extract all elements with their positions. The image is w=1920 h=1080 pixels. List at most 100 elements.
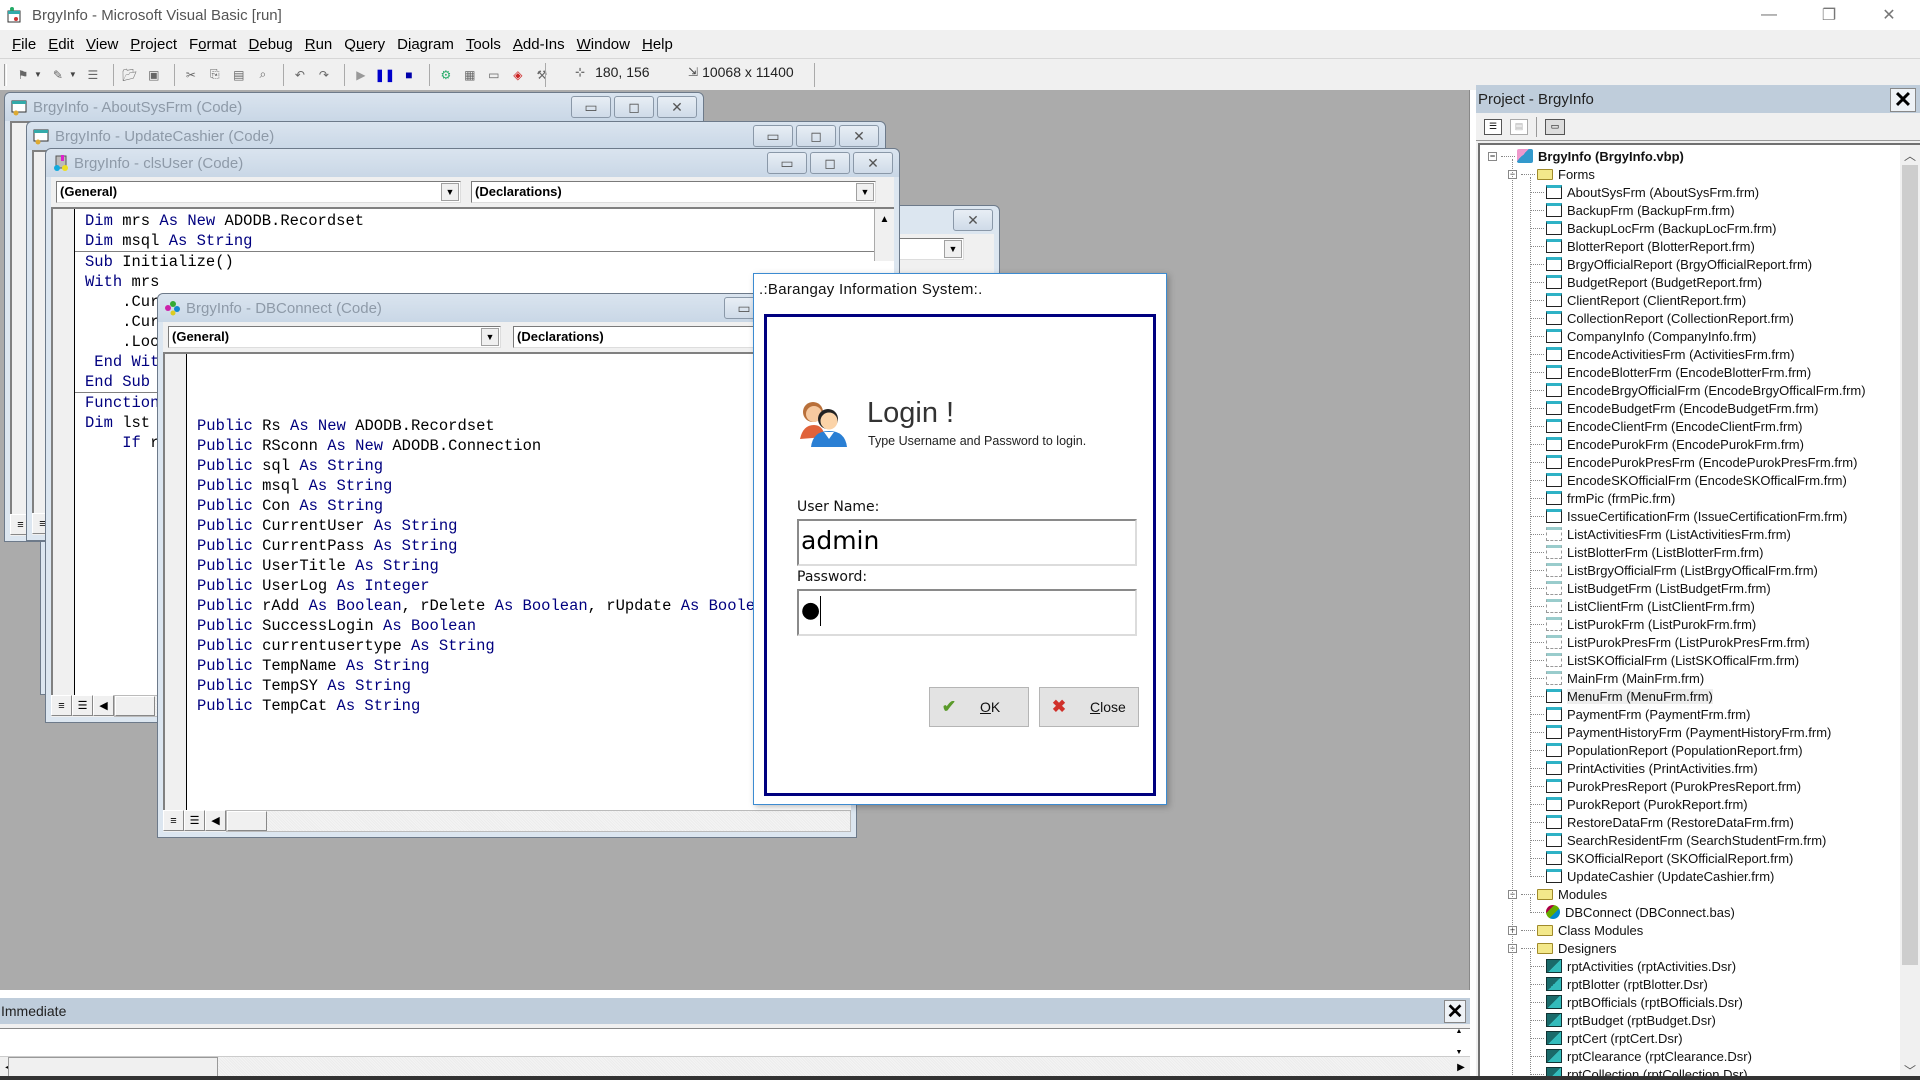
tree-item-mdichild[interactable]: ListBlotterFrm (ListBlotterFrm.frm) — [1530, 543, 1763, 561]
editor-margin[interactable] — [53, 209, 75, 695]
close-button[interactable]: ✕ — [839, 125, 879, 147]
tree-item-form[interactable]: PurokReport (PurokReport.frm) — [1530, 795, 1748, 813]
login-dialog[interactable]: .:Barangay Information System:. Login ! … — [753, 273, 1167, 805]
code-line[interactable]: Dim msql As String — [85, 231, 894, 251]
code-line[interactable]: Public SuccessLogin As Boolean — [197, 616, 774, 636]
immediate-input[interactable] — [0, 1028, 1470, 1056]
tree-item-form[interactable]: BlotterReport (BlotterReport.frm) — [1530, 237, 1755, 255]
maximize-button[interactable]: ◻ — [614, 96, 654, 118]
tree-item-designer[interactable]: rptBudget (rptBudget.Dsr) — [1530, 1011, 1716, 1029]
minimize-button[interactable]: ▭ — [753, 125, 793, 147]
tree-item-form[interactable]: EncodeActivitiesFrm (ActivitiesFrm.frm) — [1530, 345, 1795, 363]
dropdown-arrow-icon[interactable]: ▼ — [34, 70, 42, 79]
minimize-button[interactable]: — — [1746, 0, 1792, 30]
scroll-down-icon[interactable]: ▼ — [1456, 1049, 1463, 1056]
tree-item-form[interactable]: EncodeSKOfficialFrm (EncodeSKOfficalFrm.… — [1530, 471, 1847, 489]
menu-run[interactable]: Run — [299, 36, 339, 53]
vertical-scrollbar[interactable]: ▲ — [874, 209, 894, 261]
code-line[interactable]: Public msql As String — [197, 476, 774, 496]
tree-item-form[interactable]: BudgetReport (BudgetReport.frm) — [1530, 273, 1762, 291]
scrollbar-thumb[interactable] — [1902, 165, 1918, 965]
add-project-icon[interactable]: ⚑ — [13, 65, 33, 85]
tree-item-designer[interactable]: rptActivities (rptActivities.Dsr) — [1530, 957, 1736, 975]
menu-add-ins[interactable]: Add-Ins — [507, 36, 571, 53]
scrollbar-thumb[interactable] — [8, 1057, 218, 1077]
tree-folder-class-modules[interactable]: + Class Modules — [1508, 921, 1643, 939]
code-line[interactable]: Public rAdd As Boolean, rDelete As Boole… — [197, 596, 774, 616]
scroll-left-icon[interactable]: ◀ — [205, 810, 226, 831]
menu-help[interactable]: Help — [636, 36, 679, 53]
tree-item-form[interactable]: EncodeBudgetFrm (EncodeBudgetFrm.frm) — [1530, 399, 1818, 417]
tree-item-form[interactable]: PaymentHistoryFrm (PaymentHistoryFrm.frm… — [1530, 723, 1831, 741]
tree-item-form[interactable]: EncodePurokPresFrm (EncodePurokPresFrm.f… — [1530, 453, 1857, 471]
close-button[interactable]: ✕ — [953, 209, 993, 231]
maximize-button[interactable]: ◻ — [796, 125, 836, 147]
tree-item-designer[interactable]: rptClearance (rptClearance.Dsr) — [1530, 1047, 1752, 1065]
close-window-button[interactable]: ✕ — [1866, 0, 1912, 30]
menu-file[interactable]: File — [6, 36, 42, 53]
code-line[interactable]: Sub Initialize() — [85, 252, 894, 272]
tree-item-form[interactable]: SearchResidentFrm (SearchStudentFrm.frm) — [1530, 831, 1826, 849]
open-project-icon[interactable]: 📂︎ — [120, 65, 140, 85]
code-line[interactable]: Public TempCat As String — [197, 696, 774, 716]
code-text[interactable]: Public Rs As New ADODB.Recordset Public R… — [197, 356, 774, 716]
code-line[interactable]: Dim mrs As New ADODB.Recordset — [85, 211, 894, 231]
tree-item-form[interactable]: BackupFrm (BackupFrm.frm) — [1530, 201, 1735, 219]
cut-icon[interactable]: ✂ — [181, 65, 201, 85]
form-layout-icon[interactable]: ▭ — [484, 65, 504, 85]
object-combo[interactable]: (General) ▼ — [56, 181, 461, 203]
horizontal-scrollbar[interactable] — [226, 810, 851, 832]
code-line[interactable]: Public RSconn As New ADODB.Connection — [197, 436, 774, 456]
tree-item-mdichild[interactable]: ListSKOfficialFrm (ListSKOfficalFrm.frm) — [1530, 651, 1799, 669]
maximize-button[interactable]: ◻ — [810, 152, 850, 174]
menu-format[interactable]: Format — [183, 36, 243, 53]
chevron-down-icon[interactable]: ▼ — [856, 183, 874, 201]
tree-item-form[interactable]: CollectionReport (CollectionReport.frm) — [1530, 309, 1794, 327]
add-form-icon[interactable]: ✎ — [48, 65, 68, 85]
tree-item-form[interactable]: UpdateCashier (UpdateCashier.frm) — [1530, 867, 1774, 885]
restore-button[interactable]: ❐ — [1806, 0, 1852, 30]
procedure-combo[interactable]: (Declarations) ▼ — [471, 181, 876, 203]
tree-item-form[interactable]: SKOfficialReport (SKOfficialReport.frm) — [1530, 849, 1793, 867]
menu-window[interactable]: Window — [571, 36, 636, 53]
scroll-left-icon[interactable]: ◀ — [93, 695, 114, 716]
scroll-up-icon[interactable]: ▲ — [1456, 1028, 1463, 1035]
tree-item-form[interactable]: EncodeClientFrm (EncodeClientFrm.frm) — [1530, 417, 1803, 435]
close-immediate-button[interactable]: ✕ — [1444, 1000, 1466, 1023]
project-tree[interactable]: ︿ ﹀ − BrgyInfo (BrgyInfo.vbp) − Forms AboutS… — [1478, 143, 1920, 1080]
code-line[interactable]: Public CurrentPass As String — [197, 536, 774, 556]
collapse-icon[interactable]: − — [1488, 151, 1497, 161]
toggle-folders-icon[interactable]: ▭ — [1545, 118, 1565, 135]
password-input[interactable]: ● — [797, 589, 1137, 636]
menu-editor-icon[interactable]: ☰ — [83, 65, 103, 85]
tree-item-mdichild[interactable]: ListBrgyOfficialFrm (ListBrgyOfficalFrm.… — [1530, 561, 1818, 579]
undo-icon[interactable]: ↶ — [290, 65, 310, 85]
close-project-explorer-button[interactable]: ✕ — [1890, 87, 1916, 112]
tree-item-form[interactable]: EncodePurokFrm (EncodePurokFrm.frm) — [1530, 435, 1804, 453]
horizontal-scrollbar[interactable]: ◀ ▶ — [0, 1056, 1470, 1077]
close-button[interactable]: ✖ Close — [1039, 687, 1139, 727]
full-module-view-icon[interactable]: ☰ — [184, 810, 205, 831]
tree-folder-forms[interactable]: − Forms — [1508, 165, 1595, 183]
code-line[interactable]: Public currentusertype As String — [197, 636, 774, 656]
tree-item-form[interactable]: AboutSysFrm (AboutSysFrm.frm) — [1530, 183, 1759, 201]
tree-item-designer[interactable]: rptBlotter (rptBlotter.Dsr) — [1530, 975, 1708, 993]
tree-item-mdichild[interactable]: ListBudgetFrm (ListBudgetFrm.frm) — [1530, 579, 1771, 597]
tree-item-designer[interactable]: rptBOfficials (rptBOfficials.Dsr) — [1530, 993, 1743, 1011]
tree-item-form[interactable]: BackupLocFrm (BackupLocFrm.frm) — [1530, 219, 1777, 237]
toolbar-grip[interactable] — [4, 63, 7, 86]
tree-project-root[interactable]: − BrgyInfo (BrgyInfo.vbp) — [1488, 147, 1684, 165]
copy-icon[interactable]: ⎘ — [205, 65, 225, 85]
menu-view[interactable]: View — [80, 36, 124, 53]
code-window-dbconnect[interactable]: BrgyInfo - DBConnect (Code) ▭ ◻ ✕ (Gener… — [157, 293, 857, 838]
chevron-down-icon[interactable]: ▼ — [441, 183, 459, 201]
tree-folder-designers[interactable]: − Designers — [1508, 939, 1617, 957]
save-project-icon[interactable]: ▣ — [144, 65, 164, 85]
tree-item-module[interactable]: DBConnect (DBConnect.bas) — [1530, 903, 1735, 921]
chevron-down-icon[interactable]: ▼ — [481, 328, 499, 346]
tree-item-form[interactable]: EncodeBrgyOfficialFrm (EncodeBrgyOffical… — [1530, 381, 1866, 399]
tree-item-form[interactable]: ClientReport (ClientReport.frm) — [1530, 291, 1746, 309]
tree-item-form[interactable]: PrintActivities (PrintActivities.frm) — [1530, 759, 1758, 777]
dropdown-arrow-icon[interactable]: ▼ — [69, 70, 77, 79]
vertical-scrollbar[interactable]: ︿ ﹀ — [1900, 145, 1920, 1080]
